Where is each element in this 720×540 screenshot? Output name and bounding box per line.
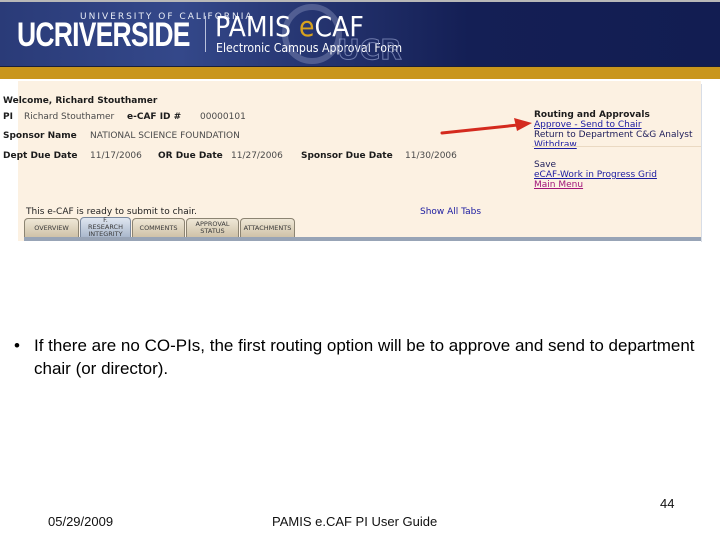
pamis-prefix: PAMIS [215,10,300,43]
sponsor-name-label: Sponsor Name [3,131,77,141]
footer-title: PAMIS e.CAF PI User Guide [272,514,438,529]
logo-divider [205,16,206,52]
ecaf-tab-bar: OVERVIEW F. RESEARCH INTEGRITY COMMENTS … [24,217,295,238]
pi-value: Richard Stouthamer [24,112,115,122]
ecaf-id-value: 00000101 [200,112,246,122]
sponsor-due-date-label: Sponsor Due Date [301,151,393,161]
ecaf-id-label: e-CAF ID # [127,112,182,122]
bullet-dot: • [14,336,20,355]
sponsor-due-date-value: 11/30/2006 [405,151,457,161]
pi-label: PI [3,112,13,122]
ucr-logo: UCRIVERSIDE [17,16,190,54]
tab-bar-underline [24,237,701,241]
welcome-text: Welcome, Richard Stouthamer [3,96,158,106]
or-due-date-label: OR Due Date [158,151,223,161]
ucr-watermark: UCR [337,33,403,67]
tab-research-integrity[interactable]: F. RESEARCH INTEGRITY [80,217,131,238]
or-due-date-value: 11/27/2006 [231,151,283,161]
main-menu-link[interactable]: Main Menu [534,180,583,190]
show-all-tabs-link[interactable]: Show All Tabs [420,207,481,217]
tab-overview[interactable]: OVERVIEW [24,218,79,237]
panel-border [701,84,702,242]
routing-approvals-heading: Routing and Approvals [534,110,650,120]
wip-grid-link[interactable]: eCAF-Work in Progress Grid [534,170,657,180]
tab-attachments[interactable]: ATTACHMENTS [240,218,295,237]
status-message: This e-CAF is ready to submit to chair. [26,207,197,217]
page-number: 44 [660,496,675,511]
dept-due-date-value: 11/17/2006 [90,151,142,161]
pamis-e: e [299,10,315,43]
bullet-text: If there are no CO-PIs, the first routin… [34,336,695,378]
tab-comments[interactable]: COMMENTS [132,218,185,237]
dept-due-date-label: Dept Due Date [3,151,78,161]
tab-approval-status[interactable]: APPROVAL STATUS [186,218,239,237]
footer-date: 05/29/2009 [48,514,114,529]
routing-separator [532,146,701,147]
approve-send-to-chair-link[interactable]: Approve - Send to Chair [534,120,642,130]
ucr-pamis-banner: UCRIVERSIDE UNIVERSITY OF CALIFORNIA PAM… [0,0,720,67]
sponsor-name-value: NATIONAL SCIENCE FOUNDATION [90,131,240,141]
withdraw-link[interactable]: Withdraw [534,140,577,150]
arrow-shaft [440,123,520,135]
return-to-analyst-link[interactable]: Return to Department C&G Analyst [534,130,693,140]
gold-stripe [0,66,720,79]
save-link[interactable]: Save [534,160,556,170]
arrow-head [514,118,532,131]
red-arrow-annotation-icon [440,118,532,135]
